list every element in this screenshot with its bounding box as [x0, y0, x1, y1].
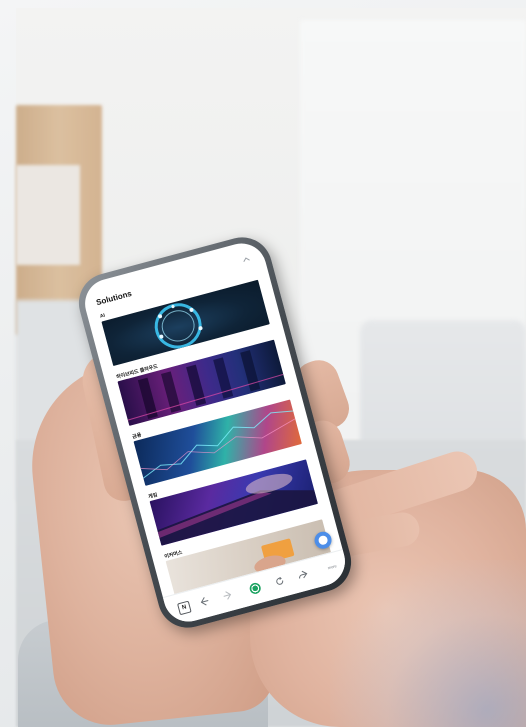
blue-light-haze	[330, 560, 526, 727]
chatbot-icon	[317, 534, 329, 546]
forward-arrow-icon[interactable]	[221, 589, 234, 604]
photo-scene: Solutions AI 하이브리드 클라우드 금융 게임 이커머스 N	[0, 0, 526, 727]
home-icon[interactable]	[248, 581, 262, 596]
share-icon[interactable]	[297, 569, 310, 584]
back-arrow-icon[interactable]	[198, 595, 211, 610]
section-label: AI	[99, 312, 106, 320]
n-logo-icon[interactable]: N	[177, 600, 192, 616]
background-shelf-inner	[16, 165, 80, 265]
refresh-icon[interactable]	[274, 575, 287, 590]
page-title: Solutions	[95, 288, 133, 308]
chevron-up-icon[interactable]	[242, 255, 252, 265]
